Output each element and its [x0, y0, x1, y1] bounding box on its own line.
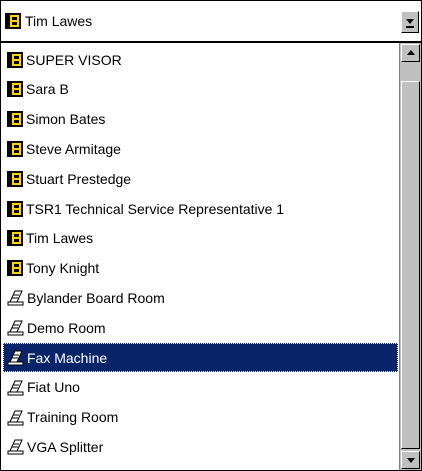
list-item-label: Tony Knight: [26, 260, 100, 277]
resource-icon: [7, 320, 24, 336]
list-item-label: Steve Armitage: [26, 140, 121, 157]
person-icon: [5, 13, 21, 29]
scroll-thumb[interactable]: [401, 81, 420, 449]
list-item-label: Fax Machine: [27, 349, 108, 366]
scroll-down-button[interactable]: [401, 451, 420, 469]
list-item[interactable]: Fiat Uno: [3, 373, 398, 402]
person-icon: [7, 140, 23, 157]
resource-icon: [7, 380, 24, 396]
person-icon: [7, 260, 23, 277]
person-icon: [7, 111, 23, 128]
arrow-down-icon: [406, 458, 415, 463]
dropdown-arrow-icon: [406, 19, 414, 28]
list-item[interactable]: VGA Splitter: [3, 432, 398, 461]
list-item[interactable]: Demo Room: [3, 313, 398, 342]
resource-icon: [7, 439, 24, 455]
combo-selected[interactable]: Tim Lawes: [5, 8, 92, 34]
list-item-label: SUPER VISOR: [26, 51, 122, 68]
list-item[interactable]: Steve Armitage: [3, 134, 398, 163]
list-item-label: Sara B: [26, 81, 69, 98]
list-item[interactable]: Training Room: [3, 403, 398, 432]
resource-icon: [7, 410, 24, 426]
list-item-label: VGA Splitter: [27, 438, 104, 455]
list-item[interactable]: TSR1 Technical Service Representative 1: [3, 194, 398, 223]
list-item[interactable]: Sara B: [3, 75, 398, 104]
list-item-label: Stuart Prestedge: [26, 170, 132, 187]
list-item-label: Fiat Uno: [27, 379, 80, 396]
list-item-label: Demo Room: [27, 319, 106, 336]
person-icon: [7, 230, 23, 247]
vertical-scrollbar[interactable]: [399, 43, 421, 470]
list-item[interactable]: Tony Knight: [3, 254, 398, 283]
list-item[interactable]: Bylander Board Room: [3, 283, 398, 312]
scroll-up-button[interactable]: [401, 44, 420, 62]
combo-box[interactable]: Tim Lawes: [0, 0, 422, 42]
list-item-label: Bylander Board Room: [27, 289, 165, 306]
person-icon: [7, 51, 23, 68]
resource-icon: [7, 350, 24, 366]
list-item-label: Tim Lawes: [26, 230, 94, 247]
person-icon: [7, 200, 23, 217]
list-item[interactable]: SUPER VISOR: [3, 45, 398, 74]
list-item[interactable]: Simon Bates: [3, 105, 398, 134]
list-item-label: TSR1 Technical Service Representative 1: [26, 200, 285, 217]
list-item[interactable]: Tim Lawes: [3, 224, 398, 253]
list-item[interactable]: Stuart Prestedge: [3, 164, 398, 193]
person-icon: [7, 81, 23, 98]
list-item[interactable]: Fax Machine: [3, 343, 398, 372]
combo-selected-label: Tim Lawes: [25, 13, 93, 29]
dropdown-button[interactable]: [401, 11, 419, 33]
list-item-label: Simon Bates: [26, 111, 106, 128]
scroll-track[interactable]: [401, 62, 420, 450]
arrow-up-icon: [406, 50, 415, 55]
list-item-label: Training Room: [27, 409, 119, 426]
dropdown-list[interactable]: SUPER VISOR Sara B Simon Bates Steve Armita…: [0, 42, 422, 471]
resource-icon: [7, 290, 24, 306]
person-icon: [7, 170, 23, 187]
